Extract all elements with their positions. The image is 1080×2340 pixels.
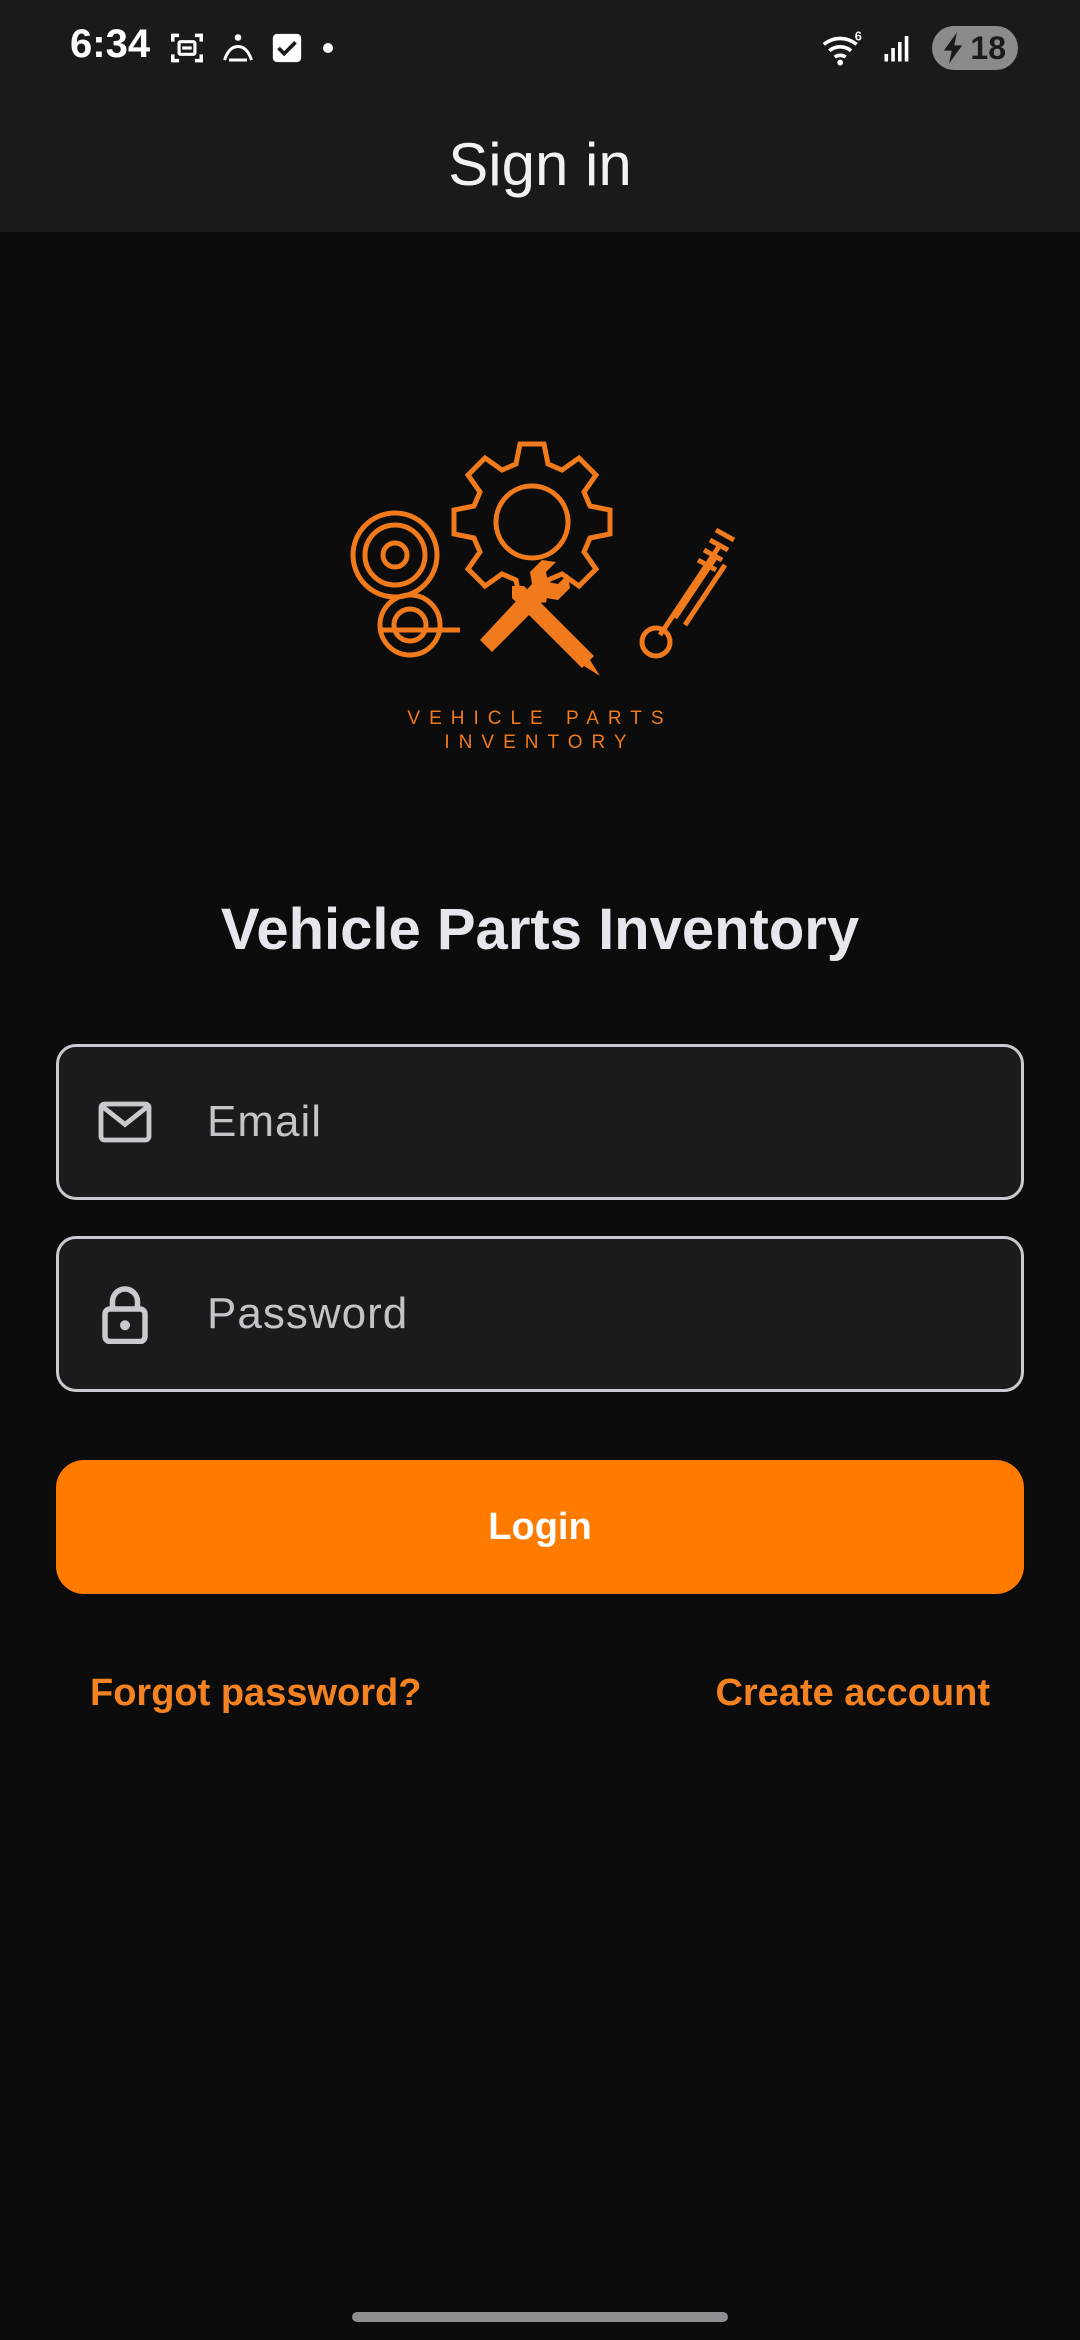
dot-icon (323, 43, 333, 53)
app-bar: Sign in (0, 96, 1080, 232)
accessibility-icon (223, 34, 253, 62)
status-notification-icons (168, 28, 338, 68)
password-field[interactable] (56, 1236, 1024, 1392)
forgot-password-link[interactable]: Forgot password? (90, 1672, 421, 1715)
logo-text-line-1: VEHICLE PARTS (407, 708, 673, 729)
email-input[interactable] (207, 1047, 1021, 1197)
create-account-link[interactable]: Create account (715, 1672, 990, 1715)
signal-icon (884, 36, 909, 62)
app-logo: VEHICLE PARTS INVENTORY (340, 430, 740, 770)
app-name-heading: Vehicle Parts Inventory (220, 897, 860, 962)
logo-text-line-2: INVENTORY (444, 732, 636, 753)
wifi-icon: 6 (823, 29, 862, 66)
status-system-icons: 6 18 (820, 24, 1018, 72)
screenshot-icon (171, 33, 203, 63)
gear-wrench-logo-icon (350, 441, 736, 676)
status-bar: 6:34 6 18 (0, 0, 1080, 96)
email-field[interactable] (56, 1044, 1024, 1200)
status-time: 6:34 (70, 22, 151, 66)
password-input[interactable] (207, 1239, 1021, 1389)
mail-icon (95, 1092, 155, 1152)
login-button[interactable]: Login (56, 1460, 1024, 1594)
home-indicator[interactable] (352, 2312, 728, 2322)
battery-icon (944, 32, 963, 64)
svg-text:6: 6 (855, 29, 862, 44)
battery-indicator: 18 (932, 26, 1018, 70)
battery-level: 18 (970, 29, 1006, 66)
check-box-icon (272, 33, 302, 63)
page-title: Sign in (448, 130, 632, 198)
lock-icon (95, 1284, 155, 1344)
